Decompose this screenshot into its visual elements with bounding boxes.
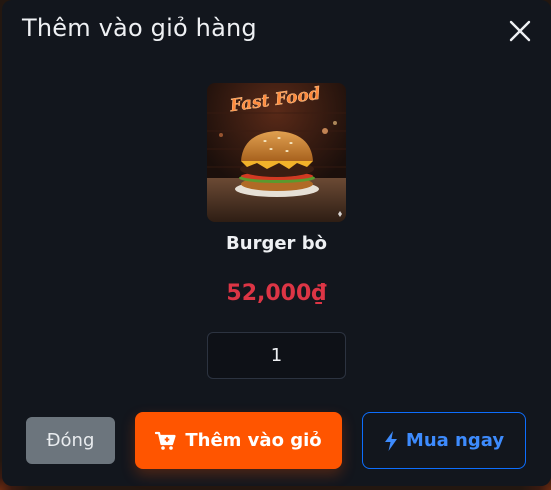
add-to-cart-label: Thêm vào giỏ [185, 430, 322, 451]
close-modal-button[interactable]: Đóng [26, 417, 115, 464]
close-button[interactable] [507, 18, 533, 44]
product-name: Burger bò [226, 233, 327, 254]
product-price: 52,000₫ [226, 281, 327, 306]
modal-title: Thêm vào giỏ hàng [22, 14, 257, 42]
buy-now-button[interactable]: Mua ngay [362, 412, 526, 469]
lightning-icon [384, 430, 398, 451]
buy-now-label: Mua ngay [405, 430, 505, 451]
quantity-input[interactable] [207, 332, 346, 379]
modal-header: Thêm vào giỏ hàng [2, 0, 551, 64]
add-to-cart-modal: Thêm vào giỏ hàng Fast Food Burger bò 52… [2, 0, 551, 486]
close-button-label: Đóng [46, 430, 95, 451]
cart-plus-icon [155, 431, 177, 451]
close-icon [509, 20, 531, 42]
add-to-cart-button[interactable]: Thêm vào giỏ [135, 412, 342, 469]
product-image: Fast Food [207, 83, 346, 222]
